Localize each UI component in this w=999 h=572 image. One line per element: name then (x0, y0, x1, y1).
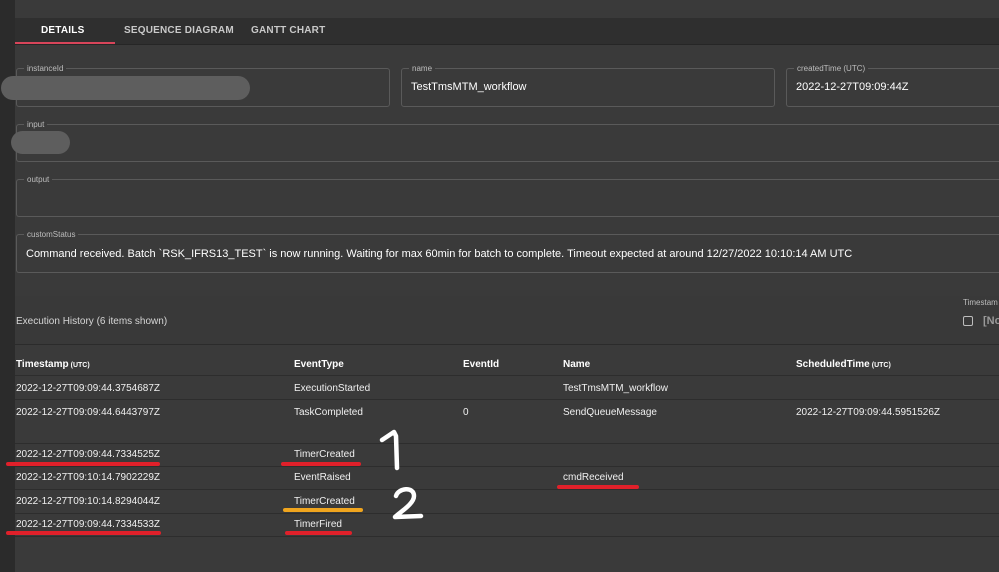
row-4-event-type: TimerCreated (294, 496, 355, 507)
output-field[interactable]: output (16, 174, 999, 217)
annotation-number-1: 1 (379, 429, 400, 471)
name-label: name (409, 63, 436, 74)
column-header-event-type[interactable]: EventType (294, 359, 344, 370)
created-time-field[interactable]: createdTime (UTC) 2022-12-27T09:09:44Z (786, 63, 999, 107)
tab-sequence-diagram[interactable]: SEQUENCE DIAGRAM (124, 18, 234, 44)
custom-status-value: Command received. Batch `RSK_IFRS13_TEST… (26, 248, 853, 260)
row-0-timestamp: 2022-12-27T09:09:44.3754687Z (16, 383, 161, 394)
input-field[interactable]: input (16, 119, 999, 162)
row-5-timestamp: 2022-12-27T09:09:44.7334533Z (16, 519, 161, 530)
output-label: output (24, 174, 53, 185)
red-underline-row-2-timestamp (6, 462, 160, 466)
redacted-input (11, 131, 70, 154)
tab-details[interactable]: DETAILS (41, 18, 84, 44)
row-5-event-type: TimerFired (294, 519, 342, 530)
column-header-scheduled-label: ScheduledTime (796, 359, 870, 370)
custom-status-field[interactable]: customStatus Command received. Batch `RS… (16, 229, 999, 273)
timestamp-filter-checkbox[interactable] (963, 316, 973, 326)
name-field[interactable]: name TestTmsMTM_workflow (401, 63, 775, 107)
annotation-number-2: 2 (392, 487, 424, 520)
timestamp-filter-value: [No (983, 315, 999, 327)
execution-history-header: Execution History (6 items shown) Timest… (15, 296, 999, 345)
column-header-timestamp-label: Timestamp (16, 359, 69, 370)
column-header-scheduled-time[interactable]: ScheduledTime (UTC) (796, 359, 891, 370)
tab-gantt-chart[interactable]: GANTT CHART (251, 18, 325, 44)
column-header-event-id[interactable]: EventId (463, 359, 499, 370)
name-value: TestTmsMTM_workflow (411, 81, 527, 93)
tab-bar: DETAILS SEQUENCE DIAGRAM GANTT CHART (15, 18, 999, 45)
redacted-instance-id (1, 76, 250, 100)
red-underline-row-2-event-type (281, 462, 361, 466)
execution-history-title: Execution History (6 items shown) (16, 316, 168, 327)
red-underline-row-5-timestamp (6, 531, 161, 535)
row-2-timestamp: 2022-12-27T09:09:44.7334525Z (16, 449, 161, 460)
instance-id-label: instanceId (24, 63, 67, 74)
row-0-event-type: ExecutionStarted (294, 383, 371, 394)
row-3-timestamp: 2022-12-27T09:10:14.7902229Z (16, 472, 161, 483)
row-1-event-id: 0 (463, 407, 469, 418)
orange-underline-row-4-event-type (283, 508, 363, 512)
input-label: input (24, 119, 48, 130)
row-3-event-type: EventRaised (294, 472, 351, 483)
column-header-name[interactable]: Name (563, 359, 590, 370)
row-1-scheduled-time: 2022-12-27T09:09:44.5951526Z (796, 407, 941, 418)
row-3-name: cmdReceived (563, 472, 624, 483)
created-time-label: createdTime (UTC) (794, 63, 869, 74)
row-2-event-type: TimerCreated (294, 449, 355, 460)
column-header-timestamp[interactable]: Timestamp (UTC) (16, 359, 90, 370)
timestamp-filter-label: Timestam (963, 298, 998, 307)
row-1-timestamp: 2022-12-27T09:09:44.6443797Z (16, 407, 161, 418)
red-underline-row-5-event-type (285, 531, 352, 535)
active-tab-indicator (15, 42, 115, 44)
main-panel: DETAILS SEQUENCE DIAGRAM GANTT CHART ins… (1, 0, 999, 572)
custom-status-label: customStatus (24, 229, 79, 240)
row-1-event-type: TaskCompleted (294, 407, 363, 418)
column-header-scheduled-unit: (UTC) (871, 362, 891, 369)
red-underline-row-3-name (557, 485, 639, 489)
row-0-name: TestTmsMTM_workflow (563, 383, 669, 394)
column-header-timestamp-unit: (UTC) (70, 362, 90, 369)
row-4-timestamp: 2022-12-27T09:10:14.8294044Z (16, 496, 161, 507)
created-time-value: 2022-12-27T09:09:44Z (796, 81, 909, 93)
row-1-name: SendQueueMessage (563, 407, 657, 418)
